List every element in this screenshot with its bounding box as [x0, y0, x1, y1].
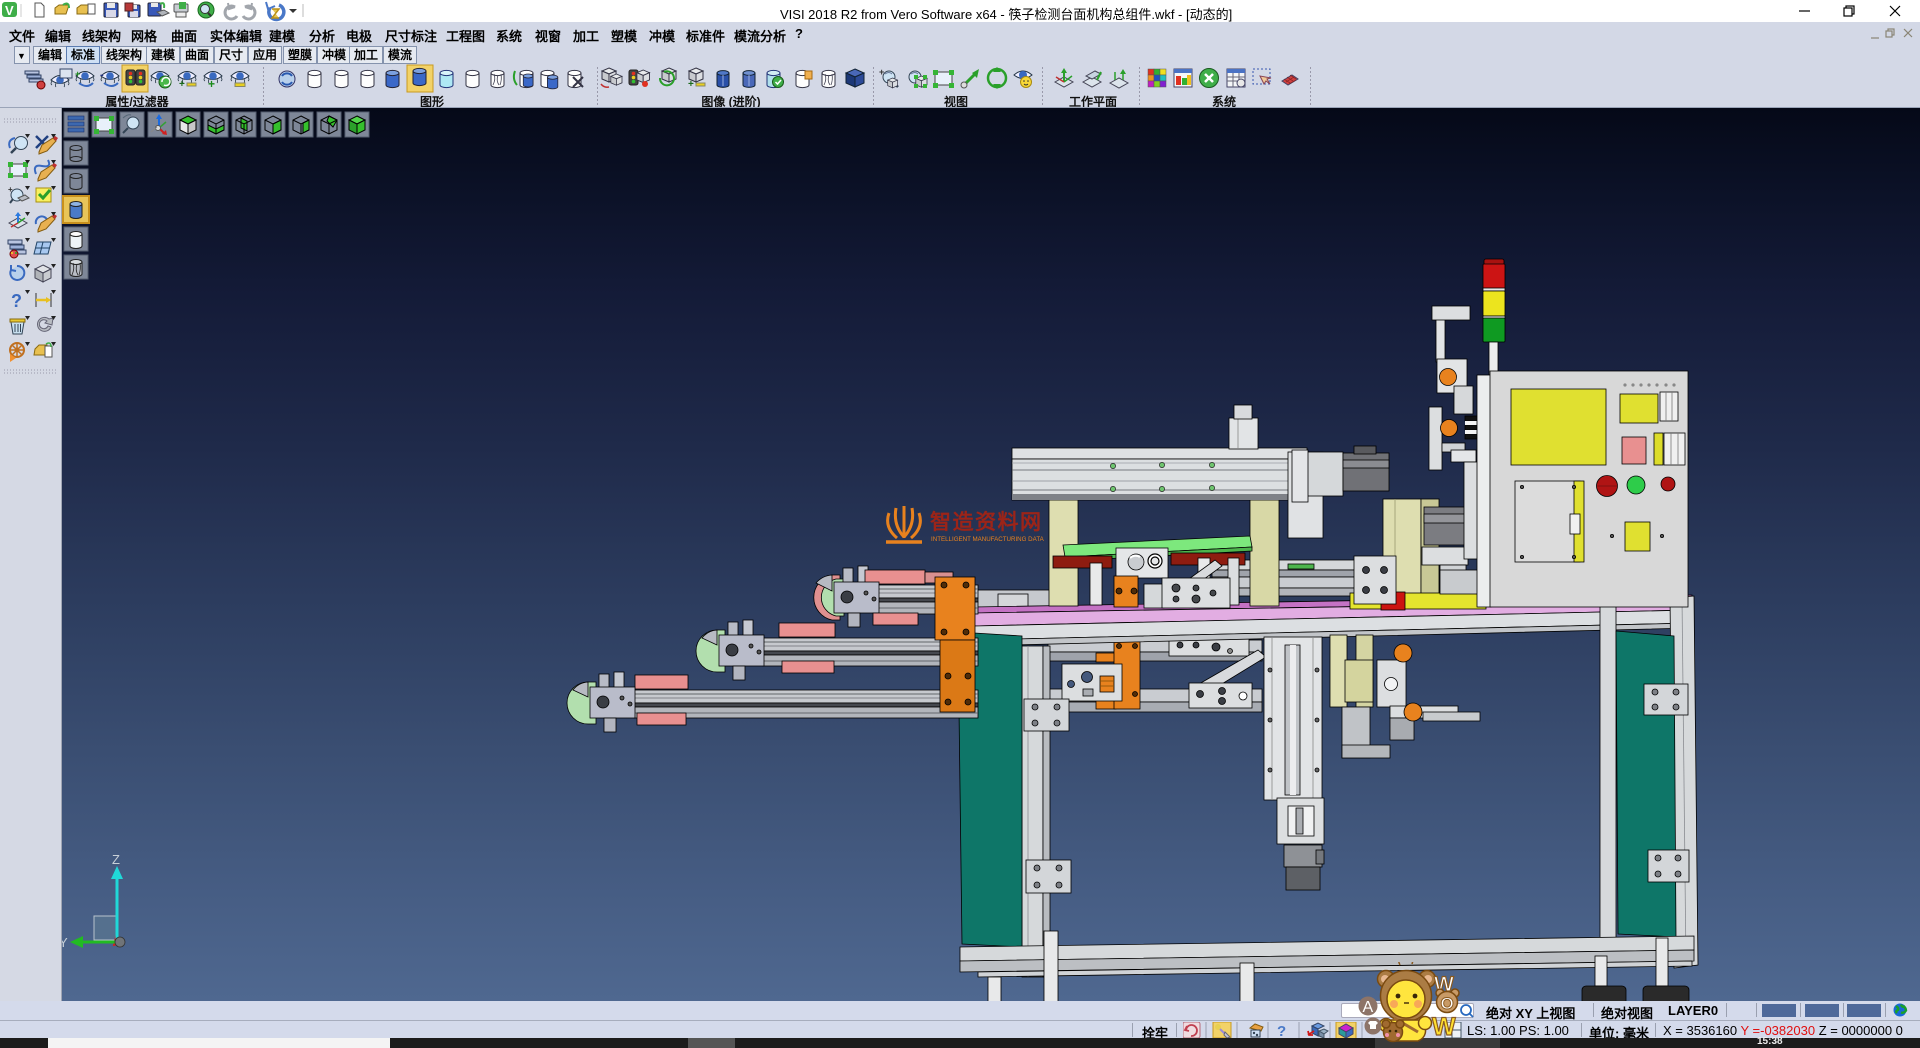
- svg-text:+: +: [208, 77, 215, 91]
- svg-text:智造资料网: 智造资料网: [930, 510, 1043, 534]
- svg-text:Z: Z: [112, 852, 120, 867]
- svg-text:W: W: [1432, 1013, 1456, 1041]
- svg-text:A: A: [1363, 999, 1374, 1016]
- svg-text:?: ?: [11, 291, 22, 311]
- svg-text:V: V: [5, 3, 14, 18]
- svg-text:+: +: [688, 79, 694, 90]
- svg-text:Y: Y: [62, 935, 68, 950]
- svg-text:+: +: [75, 69, 80, 79]
- svg-text:+: +: [179, 79, 185, 90]
- svg-text:O: O: [1441, 994, 1454, 1013]
- svg-text:-: -: [100, 69, 104, 81]
- svg-text:?: ?: [1277, 1023, 1286, 1039]
- svg-text:INTELLIGENT MANUFACTURING DATA: INTELLIGENT MANUFACTURING DATA: [931, 536, 1045, 543]
